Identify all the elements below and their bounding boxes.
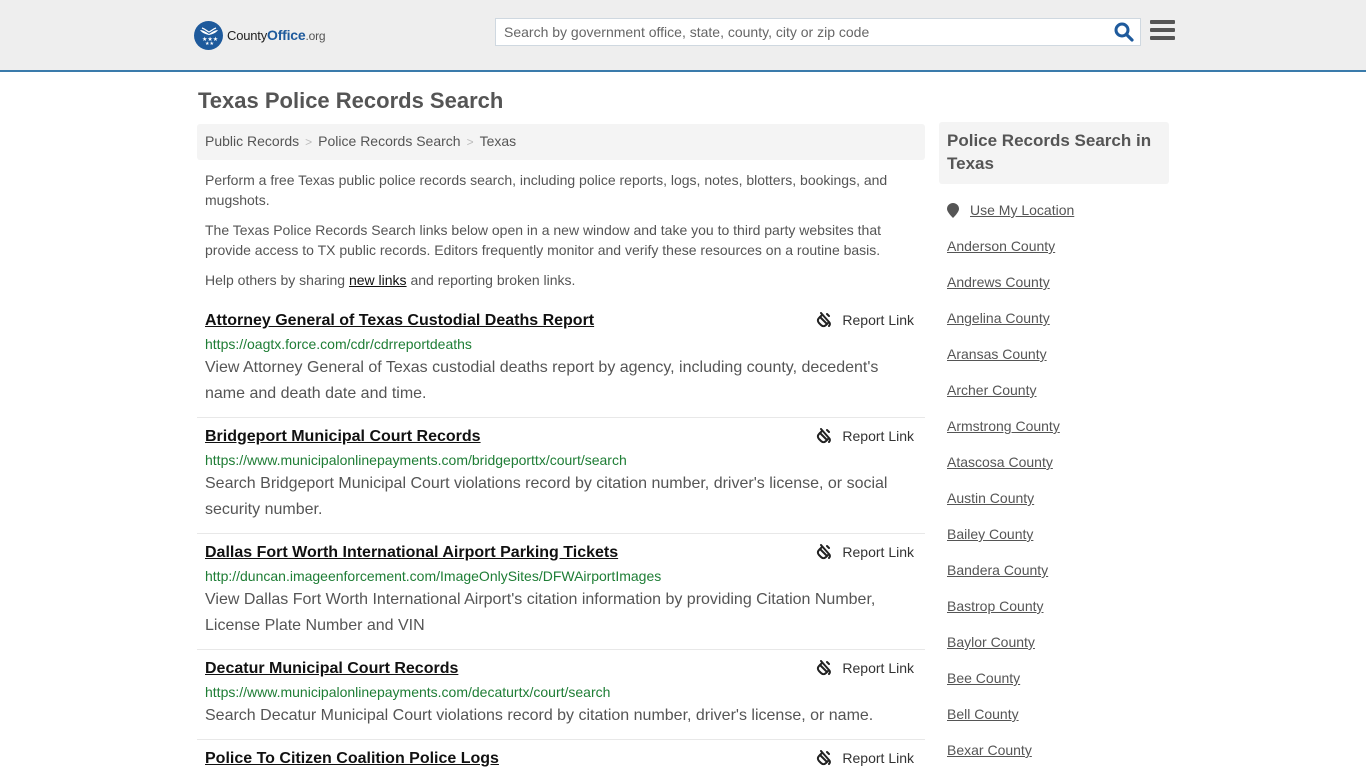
county-list-item: Aransas County <box>947 345 1169 381</box>
county-link[interactable]: Bandera County <box>947 561 1048 579</box>
resource-link-title[interactable]: Attorney General of Texas Custodial Deat… <box>205 310 594 332</box>
map-pin-icon <box>947 203 959 221</box>
report-link-button[interactable]: Report Link <box>816 750 914 766</box>
eagle-stars-logo-icon: ★★★ ★★ <box>194 20 223 50</box>
county-link[interactable]: Atascosa County <box>947 453 1053 471</box>
resource-link-item: Attorney General of Texas Custodial Deat… <box>197 302 925 418</box>
county-list-item: Bastrop County <box>947 597 1169 633</box>
county-link[interactable]: Archer County <box>947 381 1036 399</box>
use-my-location-link[interactable]: Use My Location <box>970 201 1074 219</box>
site-header: ★★★ ★★ CountyOffice.org <box>0 0 1366 72</box>
county-link[interactable]: Angelina County <box>947 309 1050 327</box>
breadcrumb-separator: > <box>466 135 474 149</box>
sidebar-heading: Police Records Search in Texas <box>939 122 1169 184</box>
county-link[interactable]: Bastrop County <box>947 597 1044 615</box>
county-link[interactable]: Anderson County <box>947 237 1055 255</box>
county-list-item: Baylor County <box>947 633 1169 669</box>
site-logo[interactable]: ★★★ ★★ CountyOffice.org <box>194 20 326 50</box>
county-list-item: Anderson County <box>947 237 1169 273</box>
county-list-item: Austin County <box>947 489 1169 525</box>
intro-paragraph-3: Help others by sharing new links and rep… <box>205 272 576 288</box>
resource-link-url: https://www.municipalonlinepayments.com/… <box>205 452 627 468</box>
county-list-item: Bexar County <box>947 741 1169 777</box>
logo-text: CountyOffice.org <box>227 27 326 43</box>
county-list-item: Bell County <box>947 705 1169 741</box>
resource-link-url: https://oagtx.force.com/cdr/cdrreportdea… <box>205 336 472 352</box>
resource-link-description: View Attorney General of Texas custodial… <box>205 359 879 402</box>
broken-link-icon <box>817 428 832 444</box>
county-list-item: Atascosa County <box>947 453 1169 489</box>
county-list-item: Bandera County <box>947 561 1169 597</box>
resource-link-url: http://duncan.imageenforcement.com/Image… <box>205 568 662 584</box>
county-list-item: Bailey County <box>947 525 1169 561</box>
page-title: Texas Police Records Search <box>198 88 504 113</box>
breadcrumb: Public Records > Police Records Search > Tex… <box>197 124 925 160</box>
search-icon[interactable] <box>1114 22 1134 42</box>
county-link[interactable]: Armstrong County <box>947 417 1060 435</box>
broken-link-icon <box>817 544 832 560</box>
resource-link-description: Search Bridgeport Municipal Court violat… <box>205 475 888 518</box>
county-link[interactable]: Aransas County <box>947 345 1047 363</box>
search-input[interactable] <box>496 19 1106 45</box>
county-list-item: Bee County <box>947 669 1169 705</box>
svg-text:★★: ★★ <box>205 41 214 46</box>
county-list-item: Archer County <box>947 381 1169 417</box>
report-link-button[interactable]: Report Link <box>816 428 914 444</box>
broken-link-icon <box>817 312 832 328</box>
intro-paragraph-1: Perform a free Texas public police recor… <box>205 172 888 208</box>
breadcrumb-separator: > <box>305 135 313 149</box>
resource-links-list: Attorney General of Texas Custodial Deat… <box>197 302 925 780</box>
resource-link-description: Search Decatur Municipal Court violation… <box>205 707 874 724</box>
county-link[interactable]: Bailey County <box>947 525 1033 543</box>
intro-text: Perform a free Texas public police recor… <box>205 170 920 300</box>
county-link[interactable]: Andrews County <box>947 273 1050 291</box>
resource-link-item: Bridgeport Municipal Court Records Repor… <box>197 418 925 534</box>
county-link[interactable]: Bell County <box>947 705 1019 723</box>
county-link[interactable]: Austin County <box>947 489 1034 507</box>
resource-link-title[interactable]: Bridgeport Municipal Court Records <box>205 426 481 448</box>
sidebar: Police Records Search in Texas Use My Lo… <box>939 122 1169 777</box>
county-link[interactable]: Baylor County <box>947 633 1035 651</box>
county-link[interactable]: Bexar County <box>947 741 1032 759</box>
report-link-button[interactable]: Report Link <box>816 312 914 328</box>
county-list-item: Angelina County <box>947 309 1169 345</box>
county-list-item: Andrews County <box>947 273 1169 309</box>
broken-link-icon <box>817 750 832 766</box>
breadcrumb-public-records[interactable]: Public Records <box>205 133 299 149</box>
report-link-button[interactable]: Report Link <box>816 660 914 676</box>
resource-link-item: Dallas Fort Worth International Airport … <box>197 534 925 650</box>
resource-link-title[interactable]: Decatur Municipal Court Records <box>205 658 458 680</box>
new-links-link[interactable]: new links <box>349 272 407 288</box>
report-link-button[interactable]: Report Link <box>816 544 914 560</box>
breadcrumb-police-records-search[interactable]: Police Records Search <box>318 133 460 149</box>
resource-link-url: https://www.municipalonlinepayments.com/… <box>205 684 611 700</box>
resource-link-description: View Dallas Fort Worth International Air… <box>205 591 876 634</box>
county-list: Use My Location Anderson County Andrews … <box>939 201 1169 777</box>
broken-link-icon <box>817 660 832 676</box>
use-my-location-item: Use My Location <box>947 201 1169 237</box>
county-link[interactable]: Bee County <box>947 669 1020 687</box>
intro-paragraph-2: The Texas Police Records Search links be… <box>205 222 881 258</box>
resource-link-title[interactable]: Police To Citizen Coalition Police Logs <box>205 748 499 770</box>
search-bar <box>495 18 1141 46</box>
resource-link-title[interactable]: Dallas Fort Worth International Airport … <box>205 542 618 564</box>
hamburger-menu-icon[interactable] <box>1150 20 1175 42</box>
resource-link-item: Police To Citizen Coalition Police Logs … <box>197 740 925 780</box>
breadcrumb-texas[interactable]: Texas <box>480 133 517 149</box>
county-list-item: Armstrong County <box>947 417 1169 453</box>
resource-link-item: Decatur Municipal Court Records Report L… <box>197 650 925 740</box>
